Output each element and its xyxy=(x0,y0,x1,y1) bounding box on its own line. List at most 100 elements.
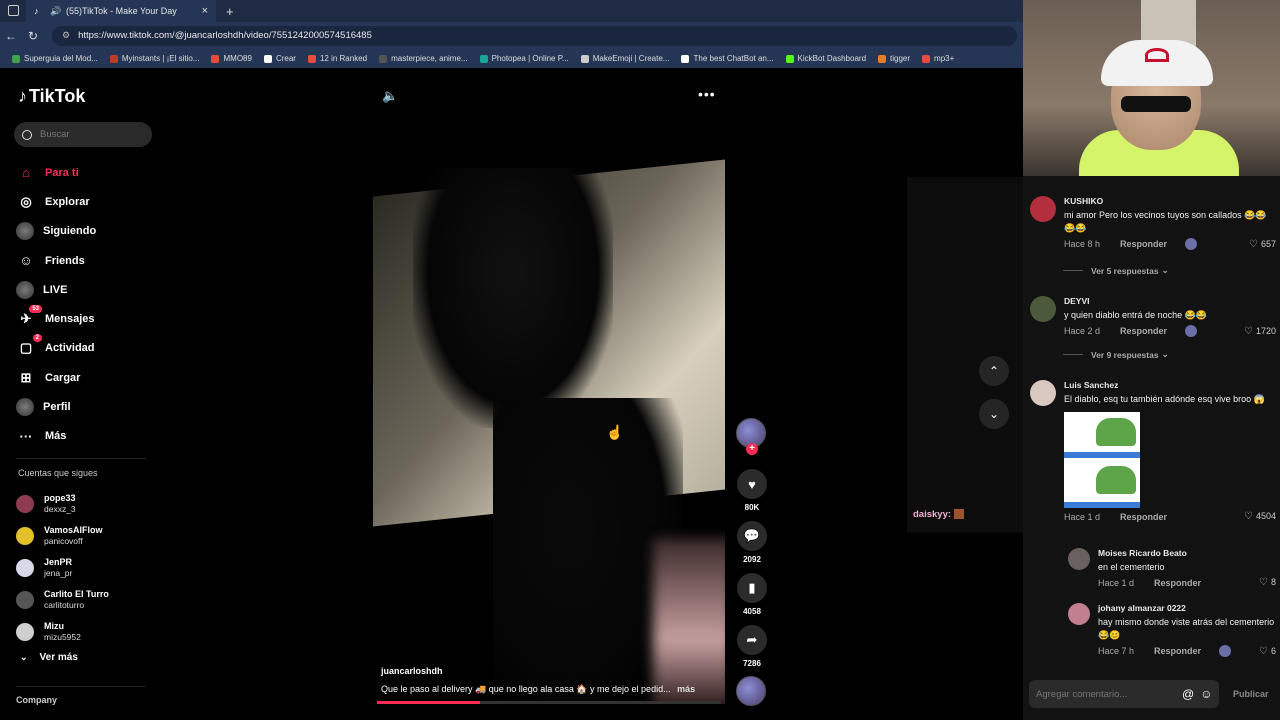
comment-author[interactable]: Moises Ricardo Beato xyxy=(1098,548,1276,558)
comment-author[interactable]: KUSHIKO xyxy=(1064,196,1276,206)
comment-body: Luis Sanchez El diablo, esq tu también ad… xyxy=(1064,380,1276,522)
view-replies-label: Ver 9 respuestas xyxy=(1091,349,1159,360)
save-action[interactable]: ▮ 4058 xyxy=(736,573,768,616)
comment-input-box[interactable]: @ ☺ xyxy=(1029,680,1219,708)
following-item[interactable]: Mizu mizu5952 xyxy=(16,616,109,648)
new-tab-button[interactable]: + xyxy=(226,4,234,19)
more-options-icon[interactable]: ••• xyxy=(698,86,716,102)
avatar[interactable] xyxy=(1068,603,1090,625)
comment-author[interactable]: DEYVI xyxy=(1064,296,1276,306)
window-menu-icon[interactable] xyxy=(8,5,19,16)
bookmark-item[interactable]: The best ChatBot an... xyxy=(681,54,774,63)
bookmark-label: KickBot Dashboard xyxy=(797,54,867,63)
nav-item-cargar[interactable]: ⊞ Cargar xyxy=(16,363,156,392)
bookmark-item[interactable]: masterpiece, anime... xyxy=(379,54,468,63)
reply-button[interactable]: Responder xyxy=(1120,326,1167,336)
nav-item-label: Para ti xyxy=(45,166,79,179)
site-info-icon[interactable]: ⚙ xyxy=(62,30,70,41)
avatar xyxy=(16,495,34,513)
bookmarks-bar: Superguia del Mod... Myinstants | ¡El sit… xyxy=(0,49,1023,68)
nav-item-live[interactable]: LIVE xyxy=(16,275,156,304)
close-tab-icon[interactable]: × xyxy=(202,5,208,17)
sound-avatar[interactable] xyxy=(736,676,766,706)
bookmark-item[interactable]: MakeEmoji | Create... xyxy=(580,54,669,63)
following-item[interactable]: pope33 dexxz_3 xyxy=(16,488,109,520)
bookmark-item[interactable]: mp3+ xyxy=(922,54,954,63)
bookmark-label: masterpiece, anime... xyxy=(391,54,468,63)
following-item[interactable]: Carlito El Turro carlitoturro xyxy=(16,584,109,616)
share-icon[interactable]: ➦ xyxy=(737,625,767,655)
comment-meta: Hace 8 h Responder ♡ 657 xyxy=(1064,238,1276,250)
volume-icon[interactable]: 🔈 xyxy=(382,88,398,104)
speaker-icon[interactable]: 🔊 xyxy=(50,6,61,16)
nav-item-m-s[interactable]: ··· Más xyxy=(16,422,156,451)
nav-item-friends[interactable]: ☺ Friends xyxy=(16,246,156,275)
company-link[interactable]: Company xyxy=(16,695,57,705)
bookmark-item[interactable]: 12 in Ranked xyxy=(307,54,367,63)
following-item[interactable]: VamosAlFlow panicovoff xyxy=(16,520,109,552)
bookmark-item[interactable]: Myinstants | ¡El sitio... xyxy=(109,54,199,63)
comment-action[interactable]: 💬 2092 xyxy=(736,521,768,564)
nav-item-siguiendo[interactable]: Siguiendo xyxy=(16,217,156,246)
following-name: Mizu xyxy=(44,621,64,631)
comment-input[interactable] xyxy=(1036,688,1176,700)
bookmark-item[interactable]: MMO89 xyxy=(211,54,252,63)
comment-like-count: 657 xyxy=(1260,238,1276,249)
tiktok-logo[interactable]: ♪ TikTok xyxy=(18,86,85,107)
comment-like-button[interactable]: ♡ 6 xyxy=(1259,646,1276,657)
reply-button[interactable]: Responder xyxy=(1154,646,1201,656)
comment-like-button[interactable]: ♡ 1720 xyxy=(1244,326,1276,337)
nav-item-explorar[interactable]: ◎ Explorar xyxy=(16,187,156,216)
search-input[interactable] xyxy=(40,129,140,140)
video-player[interactable] xyxy=(373,68,725,704)
see-more-button[interactable]: ⌄ Ver más xyxy=(20,652,78,663)
nav-item-actividad[interactable]: ▢ 2 Actividad xyxy=(16,334,156,363)
avatar[interactable] xyxy=(1030,196,1056,222)
browser-tab[interactable]: ♪ 🔊 (55)TikTok - Make Your Day × xyxy=(26,0,216,22)
bookmark-icon[interactable]: ▮ xyxy=(737,573,767,603)
view-replies-button[interactable]: Ver 5 respuestas ⌄ xyxy=(1063,265,1169,276)
nav-item-label: Cargar xyxy=(45,371,81,384)
comment-like-button[interactable]: ♡ 657 xyxy=(1249,239,1276,250)
comment-author[interactable]: Luis Sanchez xyxy=(1064,380,1276,390)
reload-icon[interactable]: ↻ xyxy=(22,29,44,43)
back-arrow-icon[interactable]: ← xyxy=(0,29,22,43)
video-author[interactable]: juancarloshdh xyxy=(381,666,443,676)
like-action[interactable]: ♥ 80K xyxy=(736,469,768,512)
bookmark-item[interactable]: tigger xyxy=(878,54,910,63)
view-replies-button[interactable]: Ver 9 respuestas ⌄ xyxy=(1063,349,1169,360)
author-avatar[interactable]: + xyxy=(736,418,766,455)
nav-item-para-ti[interactable]: ⌂ Para ti xyxy=(16,158,156,187)
following-item[interactable]: JenPR jena_pr xyxy=(16,552,109,584)
bookmark-favicon-icon xyxy=(681,54,690,63)
divider xyxy=(16,686,146,687)
heart-icon[interactable]: ♥ xyxy=(737,469,767,499)
follow-plus-icon[interactable]: + xyxy=(746,443,758,455)
comment-like-button[interactable]: ♡ 8 xyxy=(1259,577,1276,588)
bookmark-item[interactable]: Crear xyxy=(263,54,296,63)
comment-like-button[interactable]: ♡ 4504 xyxy=(1244,511,1276,522)
mention-icon[interactable]: @ xyxy=(1182,687,1194,701)
avatar[interactable] xyxy=(1068,548,1090,570)
bookmark-item[interactable]: Photopea | Online P... xyxy=(479,54,569,63)
nav-item-perfil[interactable]: Perfil xyxy=(16,392,156,421)
reply-button[interactable]: Responder xyxy=(1120,512,1167,522)
reply-button[interactable]: Responder xyxy=(1154,578,1201,588)
bookmark-item[interactable]: KickBot Dashboard xyxy=(785,54,867,63)
publish-button[interactable]: Publicar xyxy=(1233,689,1269,699)
search-box[interactable] xyxy=(14,122,152,147)
url-field[interactable]: ⚙ https://www.tiktok.com/@juancarloshdh/… xyxy=(52,25,1017,46)
nav-item-mensajes[interactable]: ✈ 53 Mensajes xyxy=(16,304,156,333)
bookmark-item[interactable]: Superguia del Mod... xyxy=(12,54,98,63)
next-video-arrow-icon[interactable]: ⌄ xyxy=(979,399,1009,429)
avatar[interactable] xyxy=(1030,380,1056,406)
comment-author[interactable]: johany almanzar 0222 xyxy=(1098,603,1276,613)
previous-video-arrow-icon[interactable]: ⌃ xyxy=(979,356,1009,386)
caption-more-link[interactable]: más xyxy=(677,684,695,694)
share-action[interactable]: ➦ 7286 xyxy=(736,625,768,668)
reply-button[interactable]: Responder xyxy=(1120,239,1167,249)
video-progress-bar[interactable] xyxy=(377,701,721,704)
emoji-picker-icon[interactable]: ☺ xyxy=(1200,687,1212,701)
avatar[interactable] xyxy=(1030,296,1056,322)
comment-icon[interactable]: 💬 xyxy=(737,521,767,551)
